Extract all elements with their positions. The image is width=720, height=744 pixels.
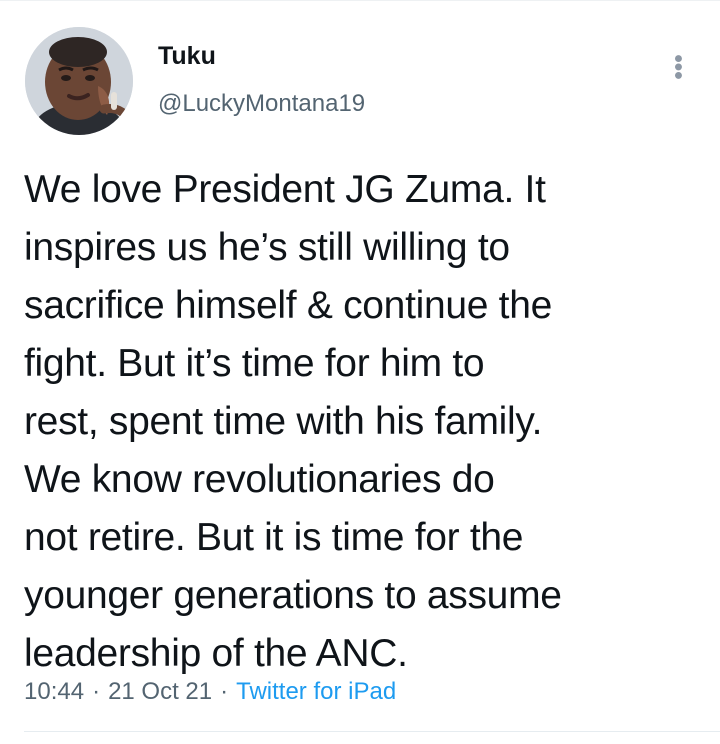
tweet-metadata: 10:44 · 21 Oct 21 · Twitter for iPad [24,675,396,709]
tweet-time[interactable]: 10:44 [24,675,84,709]
author-handle[interactable]: @LuckyMontana19 [158,89,618,119]
metadata-separator: · [92,678,101,705]
tweet-card: Tuku @LuckyMontana19 ••• We love Preside… [0,0,720,744]
author-names: Tuku @LuckyMontana19 [158,41,618,119]
author-avatar[interactable] [25,27,133,135]
metadata-separator: · [220,678,229,705]
author-display-name[interactable]: Tuku [158,41,618,71]
tweet-date[interactable]: 21 Oct 21 [108,675,212,709]
bottom-divider [24,731,720,732]
more-options-button[interactable]: ••• [654,43,702,91]
tweet-text: We love President JG Zuma. It inspires u… [24,168,562,675]
tweet-header: Tuku @LuckyMontana19 ••• [0,1,720,151]
tweet-source-link[interactable]: Twitter for iPad [236,675,396,709]
more-vertical-icon: ••• [665,54,692,80]
profile-photo-icon [25,27,133,135]
